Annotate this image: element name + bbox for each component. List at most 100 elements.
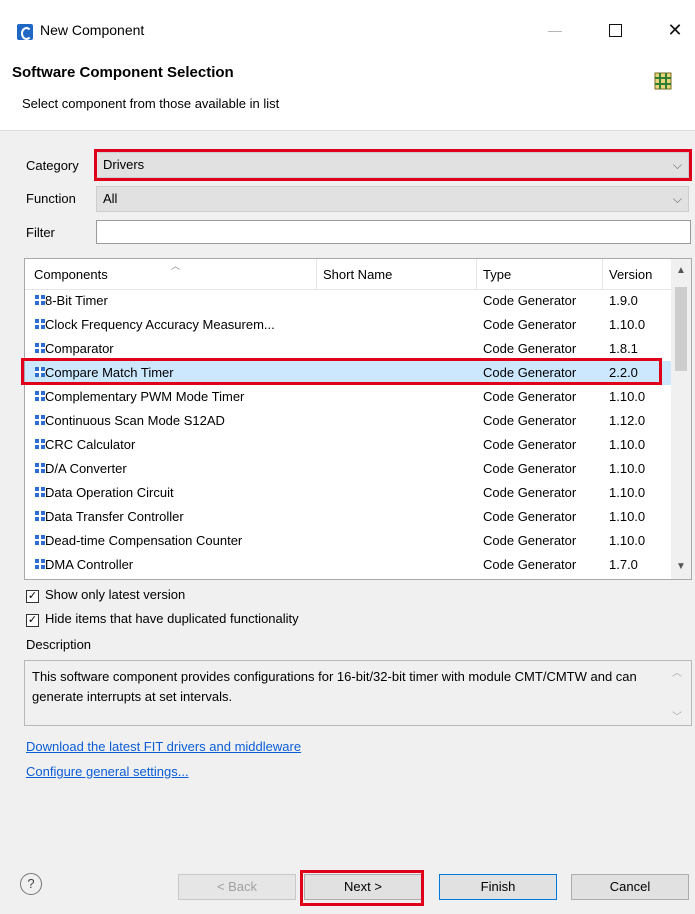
component-version: 1.10.0 bbox=[609, 509, 646, 524]
scroll-down-icon[interactable]: ﹀ bbox=[672, 708, 682, 723]
help-button[interactable]: ? bbox=[20, 873, 42, 895]
component-type: Code Generator bbox=[483, 485, 577, 500]
component-name: 8-Bit Timer bbox=[45, 293, 108, 308]
component-version: 1.12.0 bbox=[609, 413, 646, 428]
table-header: ︿ Components Short Name Type Version bbox=[25, 259, 671, 290]
scroll-up-icon[interactable]: ▲ bbox=[671, 265, 691, 276]
description-label: Description bbox=[26, 637, 92, 652]
component-icon bbox=[35, 559, 45, 569]
sort-up-icon[interactable]: ︿ bbox=[171, 259, 180, 272]
table-row[interactable]: Clock Frequency Accuracy Measurem... Code… bbox=[25, 313, 671, 337]
table-row[interactable]: Continuous Scan Mode S12AD Code Generator… bbox=[25, 409, 671, 433]
table-row[interactable]: Dead-time Compensation Counter Code Gener… bbox=[25, 529, 671, 553]
component-icon bbox=[35, 343, 45, 353]
back-button[interactable]: < Back bbox=[178, 874, 296, 900]
description-text: This software component provides configu… bbox=[32, 669, 637, 704]
finish-button[interactable]: Finish bbox=[439, 874, 557, 900]
column-divider[interactable] bbox=[602, 259, 603, 289]
show-latest-label[interactable]: Show only latest version bbox=[45, 587, 185, 602]
selected-row-highlight bbox=[21, 358, 662, 385]
category-label: Category bbox=[26, 158, 79, 173]
minimize-button[interactable]: — bbox=[540, 18, 570, 42]
component-type: Code Generator bbox=[483, 389, 577, 404]
window-title: New Component bbox=[40, 22, 145, 38]
configure-settings-link[interactable]: Configure general settings... bbox=[26, 764, 189, 779]
component-name: Data Transfer Controller bbox=[45, 509, 184, 524]
column-header-version[interactable]: Version bbox=[609, 267, 652, 282]
component-version: 1.10.0 bbox=[609, 461, 646, 476]
component-type: Code Generator bbox=[483, 557, 577, 572]
scroll-up-icon[interactable]: ︿ bbox=[672, 664, 682, 679]
table-row[interactable]: D/A Converter Code Generator 1.10.0 bbox=[25, 457, 671, 481]
component-name: D/A Converter bbox=[45, 461, 127, 476]
component-icon bbox=[35, 295, 45, 305]
component-grid-icon bbox=[654, 72, 672, 90]
header-title: Software Component Selection bbox=[12, 64, 234, 81]
component-version: 1.9.0 bbox=[609, 293, 638, 308]
table-row[interactable]: Data Transfer Controller Code Generator 1.… bbox=[25, 505, 671, 529]
component-type: Code Generator bbox=[483, 437, 577, 452]
component-icon bbox=[35, 391, 45, 401]
scroll-down-icon[interactable]: ▼ bbox=[671, 561, 691, 572]
filter-label: Filter bbox=[26, 225, 55, 240]
component-version: 1.7.0 bbox=[609, 557, 638, 572]
hide-duplicates-label[interactable]: Hide items that have duplicated function… bbox=[45, 611, 299, 626]
category-highlight bbox=[94, 149, 692, 181]
maximize-icon bbox=[608, 24, 622, 37]
component-name: CRC Calculator bbox=[45, 437, 136, 452]
chevron-down-icon: ⌵ bbox=[672, 192, 682, 206]
component-icon bbox=[35, 415, 45, 425]
function-dropdown[interactable]: All ⌵ bbox=[96, 186, 689, 212]
component-name: Dead-time Compensation Counter bbox=[45, 533, 243, 548]
column-header-type[interactable]: Type bbox=[483, 267, 511, 282]
table-row[interactable]: 8-Bit Timer Code Generator 1.9.0 bbox=[25, 289, 671, 313]
component-icon bbox=[35, 319, 45, 329]
component-type: Code Generator bbox=[483, 509, 577, 524]
component-version: 1.10.0 bbox=[609, 533, 646, 548]
component-version: 1.10.0 bbox=[609, 437, 646, 452]
component-type: Code Generator bbox=[483, 341, 577, 356]
component-type: Code Generator bbox=[483, 317, 577, 332]
function-label: Function bbox=[26, 191, 76, 206]
component-name: DMA Controller bbox=[45, 557, 134, 572]
column-divider[interactable] bbox=[476, 259, 477, 289]
component-name: Data Operation Circuit bbox=[45, 485, 174, 500]
component-name: Continuous Scan Mode S12AD bbox=[45, 413, 225, 428]
component-name: Clock Frequency Accuracy Measurem... bbox=[45, 317, 275, 332]
component-version: 1.10.0 bbox=[609, 389, 646, 404]
component-icon bbox=[35, 463, 45, 473]
component-type: Code Generator bbox=[483, 461, 577, 476]
table-scrollbar[interactable]: ▲ ▼ bbox=[671, 259, 691, 579]
component-name: Comparator bbox=[45, 341, 114, 356]
component-type: Code Generator bbox=[483, 533, 577, 548]
show-latest-checkbox[interactable]: ✓ bbox=[26, 590, 39, 603]
cancel-button[interactable]: Cancel bbox=[571, 874, 689, 900]
component-version: 1.10.0 bbox=[609, 485, 646, 500]
table-row[interactable]: Complementary PWM Mode Timer Code Generat… bbox=[25, 385, 671, 409]
download-fit-link[interactable]: Download the latest FIT drivers and midd… bbox=[26, 739, 301, 754]
next-button-highlight bbox=[300, 870, 424, 906]
maximize-button[interactable] bbox=[600, 18, 630, 42]
component-type: Code Generator bbox=[483, 413, 577, 428]
component-icon bbox=[35, 511, 45, 521]
column-header-short-name[interactable]: Short Name bbox=[323, 267, 392, 282]
header-subtitle: Select component from those available in… bbox=[22, 96, 280, 111]
app-icon bbox=[17, 24, 33, 40]
table-row[interactable]: CRC Calculator Code Generator 1.10.0 bbox=[25, 433, 671, 457]
function-value: All bbox=[103, 191, 118, 206]
close-button[interactable]: ✕ bbox=[660, 18, 690, 42]
table-row[interactable]: Data Operation Circuit Code Generator 1.10… bbox=[25, 481, 671, 505]
component-icon bbox=[35, 487, 45, 497]
component-version: 1.10.0 bbox=[609, 317, 646, 332]
column-divider[interactable] bbox=[316, 259, 317, 289]
filter-input[interactable] bbox=[96, 220, 691, 244]
hide-duplicates-checkbox[interactable]: ✓ bbox=[26, 614, 39, 627]
component-icon bbox=[35, 439, 45, 449]
column-header-components[interactable]: Components bbox=[34, 267, 108, 282]
scrollbar-thumb[interactable] bbox=[675, 287, 687, 371]
table-row[interactable]: DMA Controller Code Generator 1.7.0 bbox=[25, 553, 671, 577]
components-table[interactable]: ︿ Components Short Name Type Version 8-B… bbox=[24, 258, 692, 580]
component-name: Complementary PWM Mode Timer bbox=[45, 389, 245, 404]
component-icon bbox=[35, 535, 45, 545]
component-type: Code Generator bbox=[483, 293, 577, 308]
